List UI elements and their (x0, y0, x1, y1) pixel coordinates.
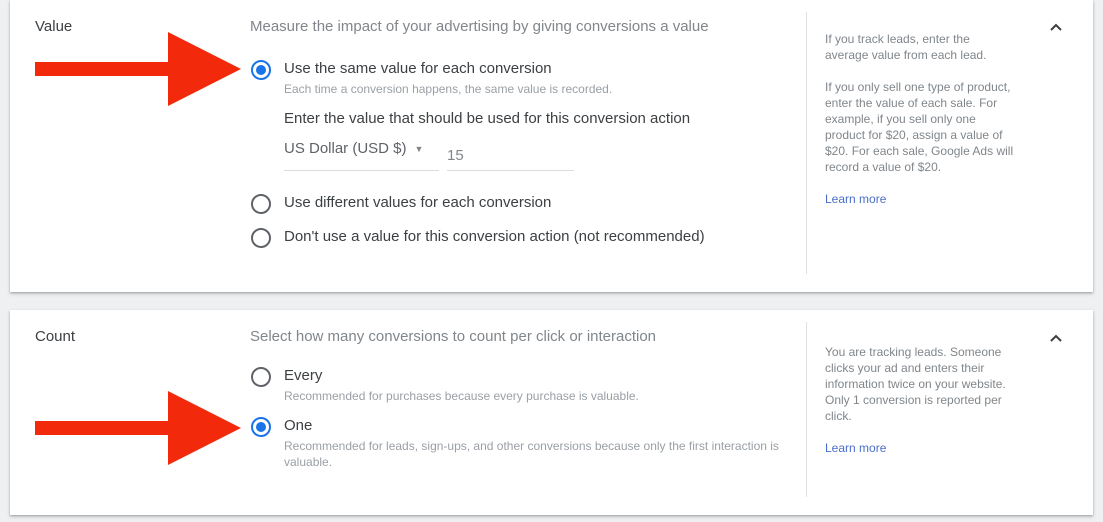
radio-count-every-label: Every (284, 367, 323, 384)
radio-button-unchecked-icon[interactable] (251, 228, 271, 248)
radio-no-value-label: Don't use a value for this conversion ac… (284, 228, 705, 245)
radio-count-every[interactable]: Every Recommended for purchases because … (251, 366, 639, 404)
radio-count-one-description: Recommended for leads, sign-ups, and oth… (284, 439, 779, 469)
radio-same-value-description: Each time a conversion happens, the same… (284, 82, 613, 96)
radio-count-every-description: Recommended for purchases because every … (284, 389, 639, 403)
count-learn-more-link[interactable]: Learn more (825, 441, 886, 455)
radio-no-value[interactable]: Don't use a value for this conversion ac… (251, 227, 705, 248)
help-divider (806, 322, 807, 497)
conversion-value-input[interactable] (447, 140, 574, 171)
radio-button-checked-icon[interactable] (251, 60, 271, 80)
count-section-description: Select how many conversions to count per… (250, 328, 657, 345)
value-help-text-2: If you only sell one type of product, en… (825, 80, 1014, 174)
radio-different-values[interactable]: Use different values for each conversion (251, 193, 551, 214)
currency-select-value: US Dollar (USD $) (284, 140, 407, 157)
count-help-panel: You are tracking leads. Someone clicks y… (825, 344, 1010, 456)
collapse-count-button[interactable] (1046, 329, 1066, 349)
radio-button-unchecked-icon[interactable] (251, 194, 271, 214)
count-help-text: You are tracking leads. Someone clicks y… (825, 345, 1006, 423)
collapse-value-button[interactable] (1046, 18, 1066, 38)
chevron-up-icon (1050, 23, 1062, 31)
count-section-label: Count (35, 328, 76, 345)
value-help-text-1: If you track leads, enter the average va… (825, 32, 987, 62)
value-learn-more-link[interactable]: Learn more (825, 192, 886, 206)
radio-same-value[interactable]: Use the same value for each conversion E… (251, 59, 612, 97)
radio-different-values-label: Use different values for each conversion (284, 194, 552, 211)
value-help-panel: If you track leads, enter the average va… (825, 31, 1015, 207)
radio-button-unchecked-icon[interactable] (251, 367, 271, 387)
caret-down-icon: ▼ (414, 144, 424, 154)
value-prompt: Enter the value that should be used for … (284, 110, 691, 127)
radio-count-one-label: One (284, 417, 313, 434)
value-section-description: Measure the impact of your advertising b… (250, 18, 709, 35)
chevron-up-icon (1050, 334, 1062, 342)
radio-same-value-label: Use the same value for each conversion (284, 60, 552, 77)
currency-select[interactable]: US Dollar (USD $) ▼ (284, 140, 439, 171)
red-arrow-icon (35, 32, 241, 106)
help-divider (806, 12, 807, 274)
radio-button-checked-icon[interactable] (251, 417, 271, 437)
radio-count-one[interactable]: One Recommended for leads, sign-ups, and… (251, 416, 784, 470)
red-arrow-icon (35, 391, 241, 465)
